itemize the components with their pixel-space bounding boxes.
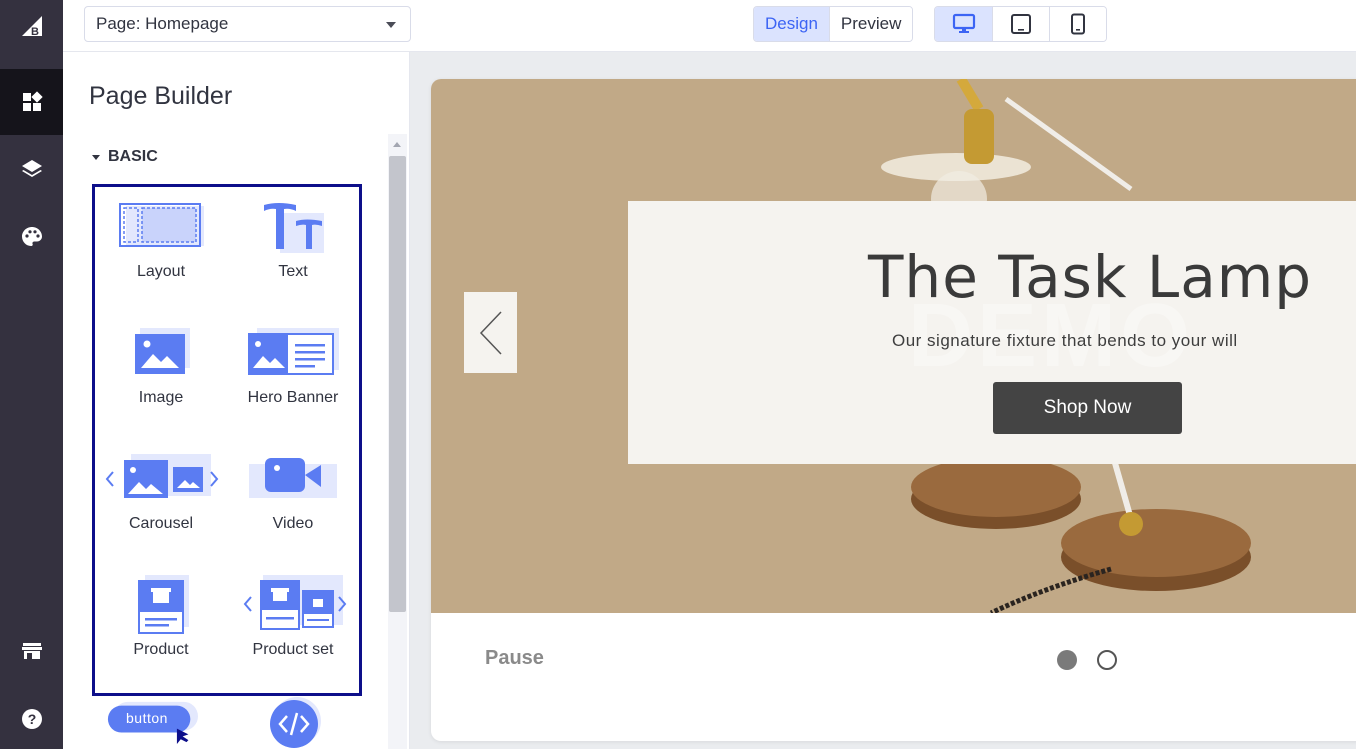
view-mode-toggle: Design Preview: [753, 6, 914, 42]
code-icon[interactable]: [250, 697, 342, 748]
desktop-icon[interactable]: [935, 7, 992, 41]
carousel-prev-button[interactable]: [464, 292, 517, 373]
widget-label: Hero Banner: [247, 389, 339, 406]
widgets-icon[interactable]: [0, 69, 63, 135]
preview-mode-button[interactable]: Preview: [828, 7, 913, 41]
hero-title: The Task Lamp: [868, 243, 1313, 311]
button-widget-label: button: [126, 710, 168, 726]
chevron-down-icon: [386, 22, 396, 28]
carousel-dot-1[interactable]: [1057, 650, 1077, 670]
page-select[interactable]: Page: Homepage: [84, 6, 411, 42]
widget-label: Product: [133, 641, 189, 658]
widget-carousel[interactable]: Carousel: [95, 439, 227, 557]
panel-scrollbar[interactable]: [388, 134, 407, 749]
section-label: BASIC: [108, 148, 158, 165]
widget-product-set[interactable]: Product set: [227, 565, 359, 683]
layers-icon[interactable]: [0, 136, 63, 202]
left-rail: B ?: [0, 0, 63, 749]
widget-image[interactable]: Image: [95, 313, 227, 431]
widget-label: Image: [138, 389, 184, 406]
carousel-pause-button[interactable]: Pause: [485, 647, 544, 670]
shop-now-button[interactable]: Shop Now: [993, 382, 1182, 434]
page-preview: DEMO The Task Lamp Our signature fixture…: [431, 79, 1356, 741]
hero-subtitle: Our signature fixture that bends to your…: [892, 331, 1238, 350]
tablet-icon[interactable]: [992, 7, 1049, 41]
widget-label: Carousel: [128, 515, 194, 532]
scroll-up-icon[interactable]: [393, 142, 401, 147]
image-icon: [95, 319, 227, 387]
scroll-thumb[interactable]: [389, 156, 406, 612]
widget-label: Video: [272, 515, 314, 532]
page-select-value: Page: Homepage: [96, 14, 229, 33]
storefront-icon[interactable]: [0, 618, 63, 684]
widget-label: Layout: [136, 263, 186, 280]
bigcommerce-logo[interactable]: B: [0, 0, 63, 52]
caret-down-icon: [92, 154, 100, 160]
svg-text:B: B: [31, 26, 39, 38]
video-icon: [227, 445, 359, 513]
widget-hero-banner[interactable]: Hero Banner: [227, 313, 359, 431]
carousel-icon: [95, 445, 227, 513]
widget-text[interactable]: Text: [227, 187, 359, 305]
basic-section-toggle[interactable]: BASIC: [92, 148, 158, 166]
widget-layout[interactable]: Layout: [95, 187, 227, 305]
device-toggle: [934, 6, 1107, 42]
carousel-dot-2[interactable]: [1097, 650, 1117, 670]
chevron-left-icon: [479, 310, 502, 355]
widget-product[interactable]: Product: [95, 565, 227, 683]
widget-button[interactable]: button: [106, 697, 198, 745]
basic-widgets-grid: Layout Text Image Hero Banner Carousel V…: [92, 184, 362, 696]
design-mode-button[interactable]: Design: [754, 7, 829, 41]
hero-banner-icon: [227, 319, 359, 387]
widget-video[interactable]: Video: [227, 439, 359, 557]
product-set-icon: [227, 571, 359, 639]
widget-label: Text: [278, 263, 308, 280]
design-canvas: DEMO The Task Lamp Our signature fixture…: [410, 52, 1356, 749]
widget-label: Product set: [252, 641, 334, 658]
hero-carousel[interactable]: DEMO The Task Lamp Our signature fixture…: [431, 79, 1356, 613]
product-icon: [95, 571, 227, 639]
layout-icon: [95, 193, 227, 261]
mobile-icon[interactable]: [1049, 7, 1106, 41]
help-icon[interactable]: ?: [0, 686, 63, 749]
page-builder-panel: Page Builder BASIC Layout Text Image Her…: [63, 52, 410, 749]
palette-icon[interactable]: [0, 204, 63, 270]
svg-text:?: ?: [27, 711, 36, 727]
top-toolbar: Page: Homepage Design Preview: [63, 0, 1356, 52]
hero-text-card: DEMO The Task Lamp Our signature fixture…: [628, 201, 1356, 464]
text-icon: [227, 193, 359, 261]
panel-title: Page Builder: [89, 82, 233, 110]
